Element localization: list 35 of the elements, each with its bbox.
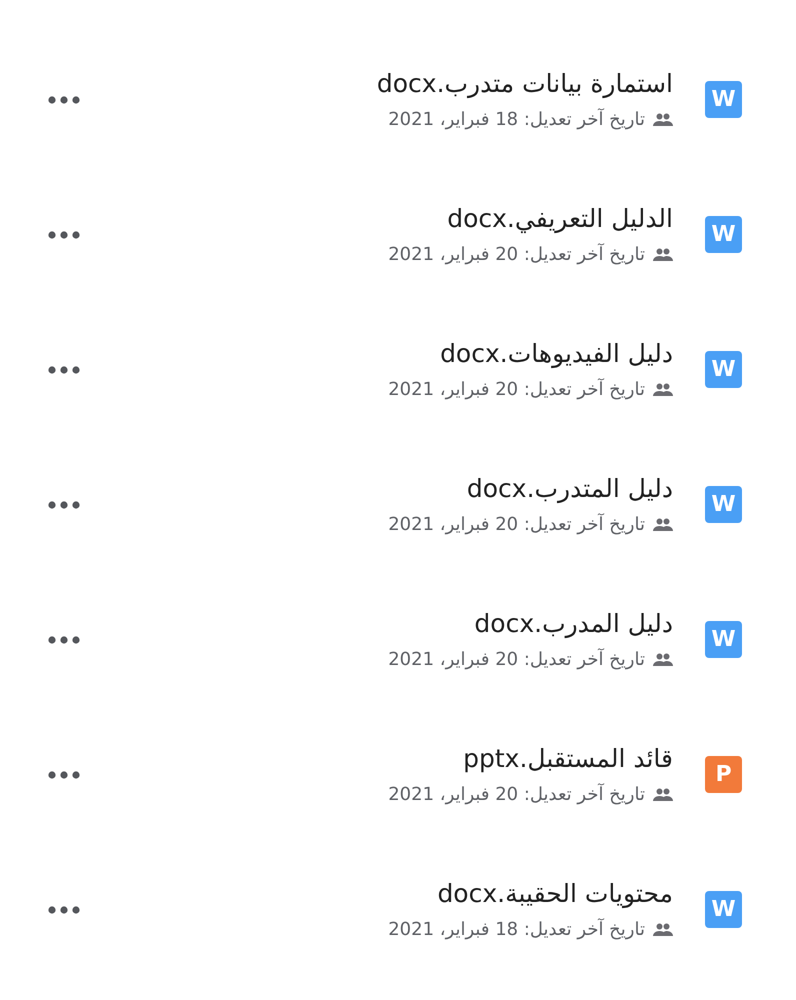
- file-type-icon: W: [705, 621, 742, 658]
- more-icon[interactable]: [48, 906, 80, 914]
- file-type-icon: W: [705, 891, 742, 928]
- people-icon: [653, 248, 673, 262]
- modified-date: تاريخ آخر تعديل: 18 فبراير، 2021: [388, 108, 645, 132]
- file-type-icon: W: [705, 351, 742, 388]
- people-icon: [653, 518, 673, 532]
- more-icon[interactable]: [48, 96, 80, 104]
- file-type-icon: W: [705, 216, 742, 253]
- modified-date: تاريخ آخر تعديل: 20 فبراير، 2021: [388, 648, 645, 672]
- people-icon: [653, 652, 673, 666]
- file-type-icon: W: [705, 81, 742, 118]
- file-name[interactable]: دليل المتدرب.docx: [466, 472, 673, 504]
- more-icon[interactable]: [48, 770, 80, 778]
- file-name[interactable]: دليل الفيديوهات.docx: [440, 338, 673, 370]
- modified-date: تاريخ آخر تعديل: 20 فبراير، 2021: [388, 378, 645, 402]
- more-icon[interactable]: [48, 500, 80, 508]
- file-name[interactable]: استمارة بيانات متدرب.docx: [376, 68, 673, 100]
- more-icon[interactable]: [48, 230, 80, 238]
- modified-date: تاريخ آخر تعديل: 20 فبراير، 2021: [388, 242, 645, 266]
- modified-date: تاريخ آخر تعديل: 20 فبراير، 2021: [388, 512, 645, 536]
- file-type-icon: W: [705, 486, 742, 523]
- modified-date: تاريخ آخر تعديل: 20 فبراير، 2021: [388, 782, 645, 806]
- file-type-icon: P: [705, 756, 742, 793]
- file-name[interactable]: محتويات الحقيبة.docx: [437, 878, 673, 910]
- people-icon: [653, 922, 673, 936]
- modified-date: تاريخ آخر تعديل: 18 فبراير، 2021: [388, 918, 645, 942]
- file-name[interactable]: دليل المدرب.docx: [474, 608, 673, 640]
- more-icon[interactable]: [48, 636, 80, 644]
- people-icon: [653, 788, 673, 802]
- people-icon: [653, 382, 673, 396]
- more-icon[interactable]: [48, 366, 80, 374]
- file-name[interactable]: قائد المستقبل.pptx: [463, 742, 673, 774]
- people-icon: [653, 112, 673, 126]
- file-name[interactable]: الدليل التعريفي.docx: [447, 202, 673, 234]
